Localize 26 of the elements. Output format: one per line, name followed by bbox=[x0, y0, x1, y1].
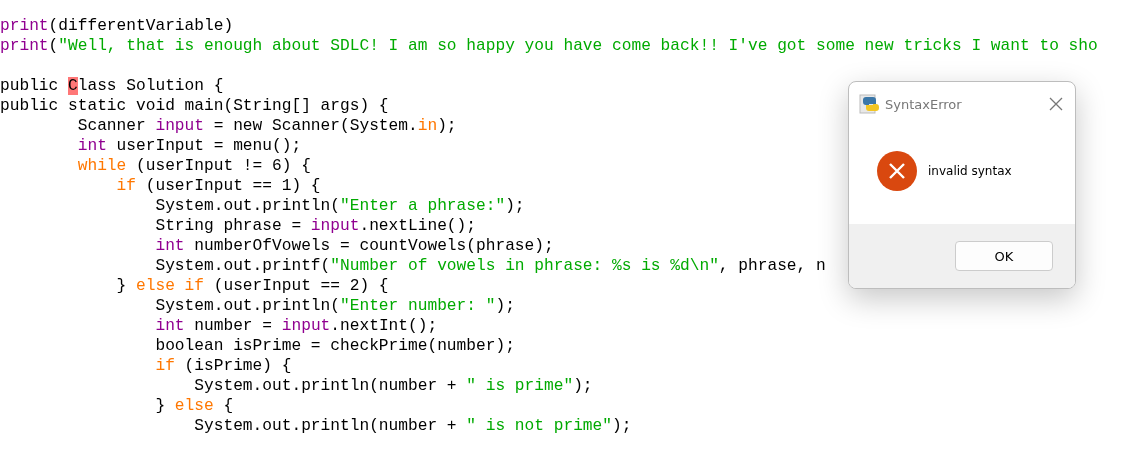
code-line: System.out.printf("Number of vowels in phrase: %s is %d\n", phrase, n bbox=[155, 256, 826, 276]
code-line: System.out.println("Enter a phrase:"); bbox=[155, 196, 525, 216]
code-line: print("Well, that is enough about SDLC! I am so happy you have come back!! I've got some new tricks I want to sho bbox=[0, 36, 1098, 56]
code-line: if (isPrime) { bbox=[155, 356, 292, 376]
code-line: int number = input.nextInt(); bbox=[155, 316, 438, 336]
close-icon[interactable] bbox=[1049, 97, 1063, 111]
code-line: } else { bbox=[155, 396, 234, 416]
dialog-title: SyntaxError bbox=[885, 96, 963, 112]
code-line: } else if (userInput == 2) { bbox=[116, 276, 389, 296]
code-line: print(differentVariable) bbox=[0, 16, 234, 36]
python-icon bbox=[859, 93, 881, 115]
code-line: int userInput = menu(); bbox=[77, 136, 302, 156]
code-line: System.out.println(number + " is prime"); bbox=[194, 376, 593, 396]
code-line: Scanner input = new Scanner(System.in); bbox=[77, 116, 457, 136]
code-line: public Class Solution { bbox=[0, 76, 224, 96]
code-line: boolean isPrime = checkPrime(number); bbox=[155, 336, 515, 356]
code-line: if (userInput == 1) { bbox=[116, 176, 321, 196]
code-line: String phrase = input.nextLine(); bbox=[155, 216, 476, 236]
code-line: while (userInput != 6) { bbox=[77, 156, 311, 176]
error-message: invalid syntax bbox=[928, 164, 1012, 178]
error-icon bbox=[877, 151, 917, 191]
code-line: System.out.println("Enter number: "); bbox=[155, 296, 515, 316]
code-line: System.out.println(number + " is not prime"); bbox=[194, 416, 632, 436]
code-line: int numberOfVowels = countVowels(phrase); bbox=[155, 236, 554, 256]
code-line: public static void main(String[] args) { bbox=[0, 96, 389, 116]
ok-button[interactable]: OK bbox=[955, 241, 1053, 271]
